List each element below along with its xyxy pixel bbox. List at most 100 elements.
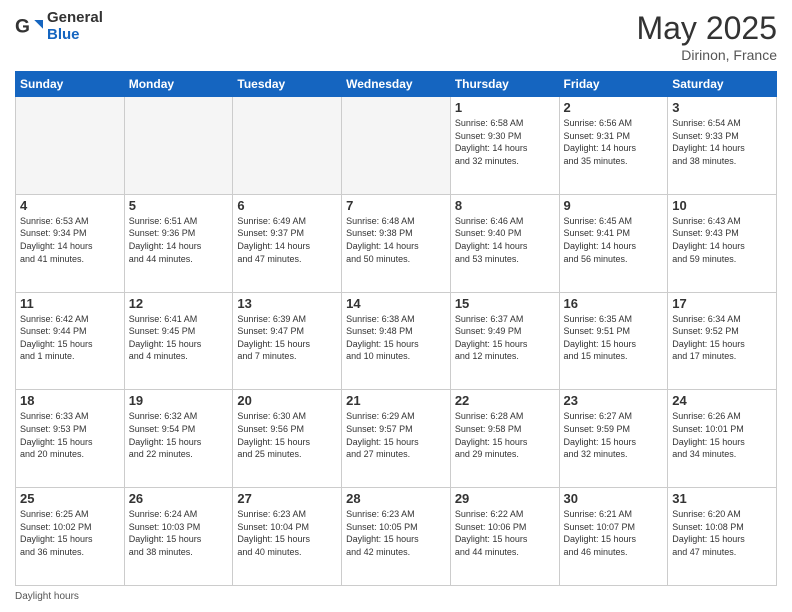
day-number: 1 <box>455 100 555 115</box>
calendar-cell: 26Sunrise: 6:24 AMSunset: 10:03 PMDaylig… <box>124 488 233 586</box>
calendar-cell: 12 Sunrise: 6:41 AMSunset: 9:45 PMDayligh… <box>124 292 233 390</box>
day-number: 12 <box>129 296 229 311</box>
calendar-cell: 4Sunrise: 6:53 AMSunset: 9:34 PMDaylight… <box>16 194 125 292</box>
day-number: 6 <box>237 198 337 213</box>
calendar-cell: 30Sunrise: 6:21 AMSunset: 10:07 PMDaylig… <box>559 488 668 586</box>
day-info: Sunrise: 6:46 AMSunset: 9:40 PMDaylight:… <box>455 215 555 265</box>
day-number: 21 <box>346 393 446 408</box>
calendar-cell: 2 Sunrise: 6:56 AMSunset: 9:31 PMDaylight… <box>559 97 668 195</box>
day-header-sunday: Sunday <box>16 72 125 97</box>
day-info: Sunrise: 6:34 AMSunset: 9:52 PMDaylight:… <box>672 313 772 363</box>
day-info: Sunrise: 6:39 AMSunset: 9:47 PMDaylight:… <box>237 313 337 363</box>
day-info: Sunrise: 6:27 AMSunset: 9:59 PMDaylight:… <box>564 410 664 460</box>
day-number: 25 <box>20 491 120 506</box>
calendar-cell <box>16 97 125 195</box>
location: Dirinon, France <box>636 47 777 63</box>
week-row-1: 4Sunrise: 6:53 AMSunset: 9:34 PMDaylight… <box>16 194 777 292</box>
week-row-2: 11Sunrise: 6:42 AMSunset: 9:44 PMDayligh… <box>16 292 777 390</box>
day-info: Sunrise: 6:33 AMSunset: 9:53 PMDaylight:… <box>20 410 120 460</box>
calendar-cell: 19 Sunrise: 6:32 AMSunset: 9:54 PMDayligh… <box>124 390 233 488</box>
calendar-cell: 16Sunrise: 6:35 AMSunset: 9:51 PMDayligh… <box>559 292 668 390</box>
day-info: Sunrise: 6:28 AMSunset: 9:58 PMDaylight:… <box>455 410 555 460</box>
day-number: 7 <box>346 198 446 213</box>
day-header-thursday: Thursday <box>450 72 559 97</box>
calendar-cell: 13 Sunrise: 6:39 AMSunset: 9:47 PMDayligh… <box>233 292 342 390</box>
logo-blue: Blue <box>47 27 103 44</box>
week-row-4: 25 Sunrise: 6:25 AMSunset: 10:02 PMDaylig… <box>16 488 777 586</box>
day-info: Sunrise: 6:37 AMSunset: 9:49 PMDaylight:… <box>455 313 555 363</box>
calendar-cell: 23 Sunrise: 6:27 AMSunset: 9:59 PMDayligh… <box>559 390 668 488</box>
day-number: 22 <box>455 393 555 408</box>
day-number: 26 <box>129 491 229 506</box>
day-info: Sunrise: 6:56 AMSunset: 9:31 PMDaylight:… <box>564 117 664 167</box>
day-number: 9 <box>564 198 664 213</box>
day-header-tuesday: Tuesday <box>233 72 342 97</box>
day-number: 13 <box>237 296 337 311</box>
calendar-cell: 22 Sunrise: 6:28 AMSunset: 9:58 PMDayligh… <box>450 390 559 488</box>
week-row-0: 1 Sunrise: 6:58 AMSunset: 9:30 PMDaylight… <box>16 97 777 195</box>
calendar-cell: 17 Sunrise: 6:34 AMSunset: 9:52 PMDayligh… <box>668 292 777 390</box>
day-number: 19 <box>129 393 229 408</box>
page: G General Blue May 2025 Dirinon, France … <box>0 0 792 612</box>
day-number: 2 <box>564 100 664 115</box>
day-number: 5 <box>129 198 229 213</box>
day-number: 31 <box>672 491 772 506</box>
day-header-wednesday: Wednesday <box>342 72 451 97</box>
week-row-3: 18 Sunrise: 6:33 AMSunset: 9:53 PMDayligh… <box>16 390 777 488</box>
day-info: Sunrise: 6:54 AMSunset: 9:33 PMDaylight:… <box>672 117 772 167</box>
day-header-monday: Monday <box>124 72 233 97</box>
calendar-cell: 29 Sunrise: 6:22 AMSunset: 10:06 PMDaylig… <box>450 488 559 586</box>
logo-general: General <box>47 10 103 27</box>
day-number: 27 <box>237 491 337 506</box>
day-number: 18 <box>20 393 120 408</box>
day-header-friday: Friday <box>559 72 668 97</box>
day-info: Sunrise: 6:41 AMSunset: 9:45 PMDaylight:… <box>129 313 229 363</box>
day-info: Sunrise: 6:30 AMSunset: 9:56 PMDaylight:… <box>237 410 337 460</box>
calendar-cell <box>124 97 233 195</box>
logo-icon: G <box>15 13 43 41</box>
calendar-cell <box>233 97 342 195</box>
calendar-cell: 8 Sunrise: 6:46 AMSunset: 9:40 PMDaylight… <box>450 194 559 292</box>
day-info: Sunrise: 6:53 AMSunset: 9:34 PMDaylight:… <box>20 215 120 265</box>
footer: Daylight hours <box>15 591 777 602</box>
calendar-cell: 31 Sunrise: 6:20 AMSunset: 10:08 PMDaylig… <box>668 488 777 586</box>
title-block: May 2025 Dirinon, France <box>636 10 777 63</box>
day-info: Sunrise: 6:35 AMSunset: 9:51 PMDaylight:… <box>564 313 664 363</box>
day-number: 15 <box>455 296 555 311</box>
day-info: Sunrise: 6:32 AMSunset: 9:54 PMDaylight:… <box>129 410 229 460</box>
day-number: 29 <box>455 491 555 506</box>
day-number: 30 <box>564 491 664 506</box>
calendar-cell: 20Sunrise: 6:30 AMSunset: 9:56 PMDayligh… <box>233 390 342 488</box>
day-info: Sunrise: 6:22 AMSunset: 10:06 PMDaylight… <box>455 508 555 558</box>
day-info: Sunrise: 6:38 AMSunset: 9:48 PMDaylight:… <box>346 313 446 363</box>
day-number: 17 <box>672 296 772 311</box>
daylight-label: Daylight hours <box>15 591 79 602</box>
calendar-cell: 21 Sunrise: 6:29 AMSunset: 9:57 PMDayligh… <box>342 390 451 488</box>
calendar-cell: 27Sunrise: 6:23 AMSunset: 10:04 PMDaylig… <box>233 488 342 586</box>
day-number: 11 <box>20 296 120 311</box>
calendar-cell: 5Sunrise: 6:51 AMSunset: 9:36 PMDaylight… <box>124 194 233 292</box>
day-info: Sunrise: 6:58 AMSunset: 9:30 PMDaylight:… <box>455 117 555 167</box>
calendar-cell: 7 Sunrise: 6:48 AMSunset: 9:38 PMDaylight… <box>342 194 451 292</box>
day-number: 28 <box>346 491 446 506</box>
day-number: 23 <box>564 393 664 408</box>
calendar-cell: 28 Sunrise: 6:23 AMSunset: 10:05 PMDaylig… <box>342 488 451 586</box>
logo-text: General Blue <box>47 10 103 43</box>
day-number: 8 <box>455 198 555 213</box>
day-info: Sunrise: 6:43 AMSunset: 9:43 PMDaylight:… <box>672 215 772 265</box>
day-info: Sunrise: 6:48 AMSunset: 9:38 PMDaylight:… <box>346 215 446 265</box>
day-number: 14 <box>346 296 446 311</box>
day-info: Sunrise: 6:23 AMSunset: 10:05 PMDaylight… <box>346 508 446 558</box>
logo: G General Blue <box>15 10 103 43</box>
day-info: Sunrise: 6:25 AMSunset: 10:02 PMDaylight… <box>20 508 120 558</box>
day-info: Sunrise: 6:20 AMSunset: 10:08 PMDaylight… <box>672 508 772 558</box>
day-number: 24 <box>672 393 772 408</box>
calendar-table: SundayMondayTuesdayWednesdayThursdayFrid… <box>15 71 777 586</box>
calendar-cell: 6 Sunrise: 6:49 AMSunset: 9:37 PMDaylight… <box>233 194 342 292</box>
calendar-cell: 10 Sunrise: 6:43 AMSunset: 9:43 PMDayligh… <box>668 194 777 292</box>
day-info: Sunrise: 6:29 AMSunset: 9:57 PMDaylight:… <box>346 410 446 460</box>
day-number: 10 <box>672 198 772 213</box>
day-info: Sunrise: 6:49 AMSunset: 9:37 PMDaylight:… <box>237 215 337 265</box>
calendar-cell <box>342 97 451 195</box>
header: G General Blue May 2025 Dirinon, France <box>15 10 777 63</box>
